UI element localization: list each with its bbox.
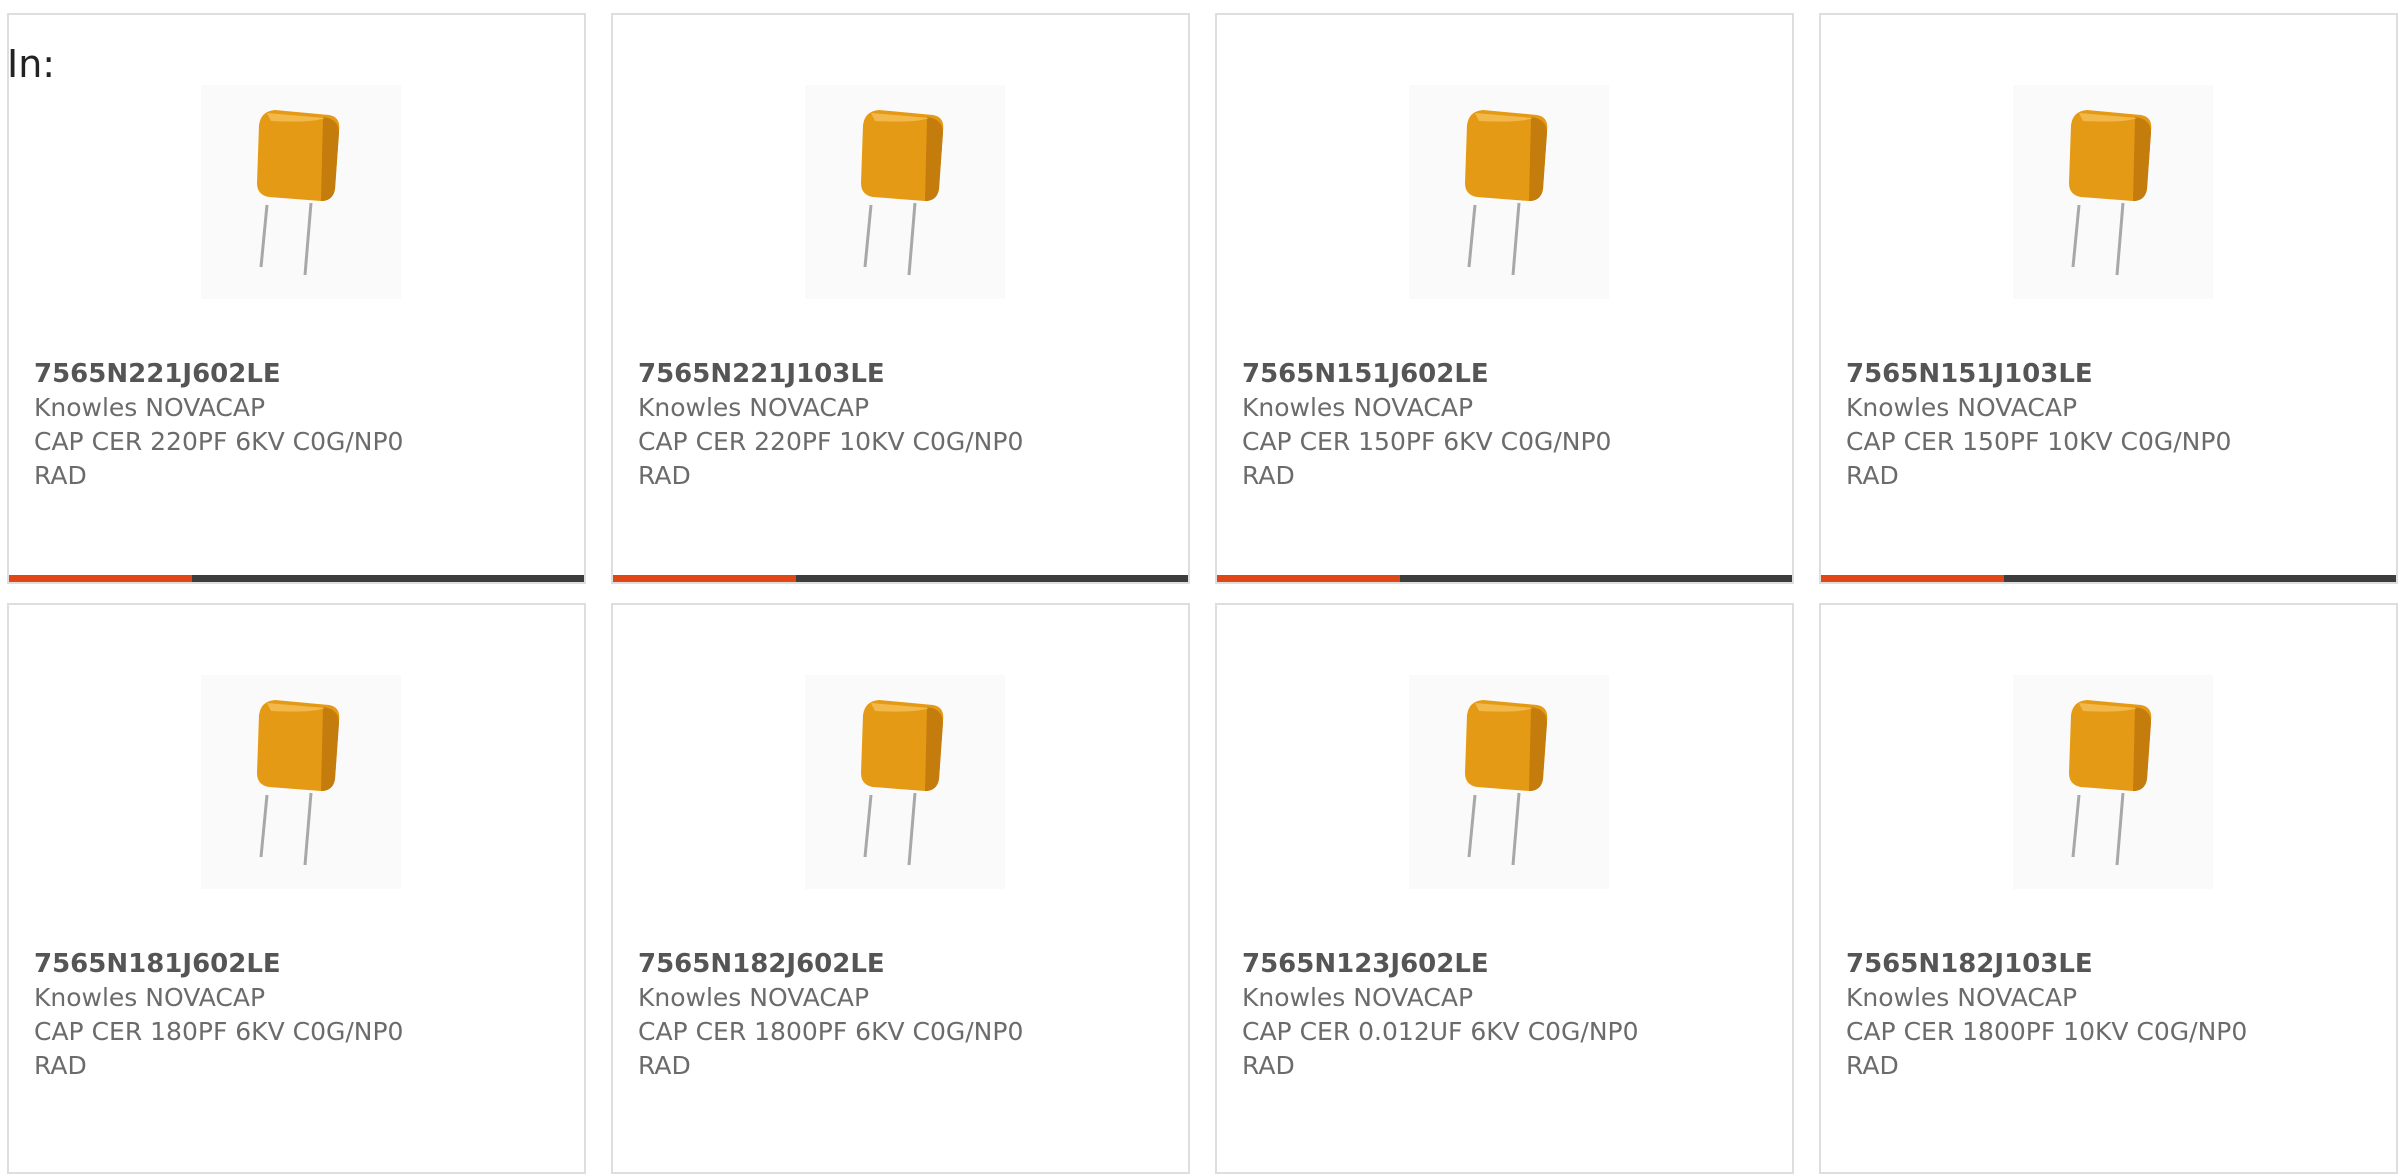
bar-accent	[9, 575, 192, 582]
description: CAP CER 150PF 10KV C0G/NP0	[1846, 427, 2232, 456]
package-type: RAD	[1846, 461, 1899, 490]
part-number[interactable]: 7565N181J602LE	[34, 947, 564, 981]
product-image	[201, 85, 401, 299]
radial-capacitor-icon	[1465, 110, 1548, 276]
product-image	[2013, 85, 2213, 299]
product-image	[1409, 675, 1609, 889]
radial-capacitor-icon	[1465, 700, 1548, 866]
manufacturer: Knowles NOVACAP	[638, 393, 870, 422]
package-type: RAD	[638, 461, 691, 490]
manufacturer: Knowles NOVACAP	[1846, 393, 2078, 422]
bar-accent	[1217, 575, 1400, 582]
manufacturer: Knowles NOVACAP	[34, 393, 266, 422]
part-number[interactable]: 7565N151J103LE	[1846, 357, 2376, 391]
bar-accent	[1821, 575, 2004, 582]
radial-capacitor-icon	[861, 110, 944, 276]
radial-capacitor-icon	[2069, 110, 2152, 276]
product-card[interactable]: 7565N182J103LE Knowles NOVACAP CAP CER 1…	[1819, 603, 2398, 1174]
description: CAP CER 220PF 10KV C0G/NP0	[638, 427, 1024, 456]
description: CAP CER 180PF 6KV C0G/NP0	[34, 1017, 404, 1046]
product-card[interactable]: 7565N151J103LE Knowles NOVACAP CAP CER 1…	[1819, 13, 2398, 584]
part-number[interactable]: 7565N182J602LE	[638, 947, 1168, 981]
description: CAP CER 220PF 6KV C0G/NP0	[34, 427, 404, 456]
description: CAP CER 150PF 6KV C0G/NP0	[1242, 427, 1612, 456]
product-card[interactable]: 7565N182J602LE Knowles NOVACAP CAP CER 1…	[611, 603, 1190, 1174]
part-number[interactable]: 7565N123J602LE	[1242, 947, 1772, 981]
package-type: RAD	[638, 1051, 691, 1080]
description: CAP CER 1800PF 10KV C0G/NP0	[1846, 1017, 2248, 1046]
part-number[interactable]: 7565N221J103LE	[638, 357, 1168, 391]
manufacturer: Knowles NOVACAP	[1242, 393, 1474, 422]
filter-label: In:	[7, 42, 56, 86]
product-card[interactable]: 7565N123J602LE Knowles NOVACAP CAP CER 0…	[1215, 603, 1794, 1174]
package-type: RAD	[34, 1051, 87, 1080]
card-progress-bar	[1217, 575, 1792, 582]
product-card[interactable]: 7565N151J602LE Knowles NOVACAP CAP CER 1…	[1215, 13, 1794, 584]
part-number[interactable]: 7565N221J602LE	[34, 357, 564, 391]
manufacturer: Knowles NOVACAP	[638, 983, 870, 1012]
package-type: RAD	[1242, 1051, 1295, 1080]
card-progress-bar	[1821, 575, 2396, 582]
radial-capacitor-icon	[2069, 700, 2152, 866]
card-progress-bar	[613, 575, 1188, 582]
product-card[interactable]: 7565N221J103LE Knowles NOVACAP CAP CER 2…	[611, 13, 1190, 584]
product-image	[1409, 85, 1609, 299]
package-type: RAD	[1846, 1051, 1899, 1080]
part-number[interactable]: 7565N182J103LE	[1846, 947, 2376, 981]
description: CAP CER 1800PF 6KV C0G/NP0	[638, 1017, 1024, 1046]
radial-capacitor-icon	[257, 110, 340, 276]
product-card[interactable]: 7565N221J602LE Knowles NOVACAP CAP CER 2…	[7, 13, 586, 584]
manufacturer: Knowles NOVACAP	[1846, 983, 2078, 1012]
card-progress-bar	[9, 575, 584, 582]
bar-accent	[613, 575, 796, 582]
product-image	[805, 675, 1005, 889]
manufacturer: Knowles NOVACAP	[1242, 983, 1474, 1012]
product-grid: 7565N221J602LE Knowles NOVACAP CAP CER 2…	[7, 13, 2400, 1174]
manufacturer: Knowles NOVACAP	[34, 983, 266, 1012]
package-type: RAD	[34, 461, 87, 490]
description: CAP CER 0.012UF 6KV C0G/NP0	[1242, 1017, 1639, 1046]
part-number[interactable]: 7565N151J602LE	[1242, 357, 1772, 391]
radial-capacitor-icon	[861, 700, 944, 866]
package-type: RAD	[1242, 461, 1295, 490]
product-image	[2013, 675, 2213, 889]
radial-capacitor-icon	[257, 700, 340, 866]
product-card[interactable]: 7565N181J602LE Knowles NOVACAP CAP CER 1…	[7, 603, 586, 1174]
product-image	[805, 85, 1005, 299]
product-image	[201, 675, 401, 889]
